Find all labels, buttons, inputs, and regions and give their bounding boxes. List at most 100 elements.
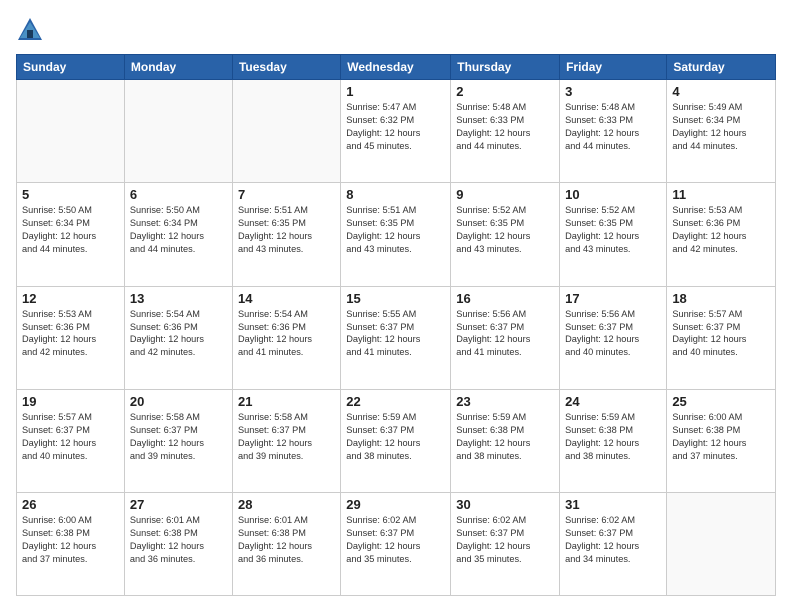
day-cell-22: 22 Sunrise: 5:59 AM Sunset: 6:37 PM Dayli… bbox=[341, 389, 451, 492]
calendar-page: SundayMondayTuesdayWednesdayThursdayFrid… bbox=[0, 0, 792, 612]
day-cell-13: 13 Sunrise: 5:54 AM Sunset: 6:36 PM Dayli… bbox=[124, 286, 232, 389]
day-cell-9: 9 Sunrise: 5:52 AM Sunset: 6:35 PM Daylig… bbox=[451, 183, 560, 286]
day-number: 19 bbox=[22, 394, 119, 409]
day-info: Sunrise: 5:48 AM Sunset: 6:33 PM Dayligh… bbox=[456, 101, 554, 153]
day-number: 10 bbox=[565, 187, 661, 202]
day-number: 11 bbox=[672, 187, 770, 202]
day-header-sunday: Sunday bbox=[17, 55, 125, 80]
day-cell-3: 3 Sunrise: 5:48 AM Sunset: 6:33 PM Daylig… bbox=[560, 80, 667, 183]
day-header-thursday: Thursday bbox=[451, 55, 560, 80]
day-cell-4: 4 Sunrise: 5:49 AM Sunset: 6:34 PM Daylig… bbox=[667, 80, 776, 183]
day-cell-6: 6 Sunrise: 5:50 AM Sunset: 6:34 PM Daylig… bbox=[124, 183, 232, 286]
week-row-4: 19 Sunrise: 5:57 AM Sunset: 6:37 PM Dayli… bbox=[17, 389, 776, 492]
week-row-5: 26Sunrise: 6:00 AM Sunset: 6:38 PM Dayli… bbox=[17, 493, 776, 596]
day-cell-15: 15 Sunrise: 5:55 AM Sunset: 6:37 PM Dayli… bbox=[341, 286, 451, 389]
header-row: SundayMondayTuesdayWednesdayThursdayFrid… bbox=[17, 55, 776, 80]
day-number: 13 bbox=[130, 291, 227, 306]
day-number: 27 bbox=[130, 497, 227, 512]
day-number: 23 bbox=[456, 394, 554, 409]
day-cell-17: 17 Sunrise: 5:56 AM Sunset: 6:37 PM Dayli… bbox=[560, 286, 667, 389]
week-row-1: 1 Sunrise: 5:47 AM Sunset: 6:32 PM Daylig… bbox=[17, 80, 776, 183]
day-header-friday: Friday bbox=[560, 55, 667, 80]
day-info: Sunrise: 5:49 AM Sunset: 6:34 PM Dayligh… bbox=[672, 101, 770, 153]
day-info: Sunrise: 5:52 AM Sunset: 6:35 PM Dayligh… bbox=[456, 204, 554, 256]
day-number: 30 bbox=[456, 497, 554, 512]
day-info: Sunrise: 6:02 AM Sunset: 6:37 PM Dayligh… bbox=[565, 514, 661, 566]
day-number: 16 bbox=[456, 291, 554, 306]
day-cell-21: 21Sunrise: 5:58 AM Sunset: 6:37 PM Dayli… bbox=[232, 389, 340, 492]
day-cell-27: 27 Sunrise: 6:01 AM Sunset: 6:38 PM Dayli… bbox=[124, 493, 232, 596]
day-number: 22 bbox=[346, 394, 445, 409]
logo-icon bbox=[16, 16, 44, 44]
day-info: Sunrise: 5:58 AM Sunset: 6:37 PM Dayligh… bbox=[130, 411, 227, 463]
day-number: 12 bbox=[22, 291, 119, 306]
day-number: 20 bbox=[130, 394, 227, 409]
day-cell-25: 25Sunrise: 6:00 AM Sunset: 6:38 PM Dayli… bbox=[667, 389, 776, 492]
day-info: Sunrise: 5:51 AM Sunset: 6:35 PM Dayligh… bbox=[346, 204, 445, 256]
week-row-3: 12 Sunrise: 5:53 AM Sunset: 6:36 PM Dayli… bbox=[17, 286, 776, 389]
day-cell-16: 16 Sunrise: 5:56 AM Sunset: 6:37 PM Dayli… bbox=[451, 286, 560, 389]
day-cell-2: 2 Sunrise: 5:48 AM Sunset: 6:33 PM Daylig… bbox=[451, 80, 560, 183]
day-cell-8: 8 Sunrise: 5:51 AM Sunset: 6:35 PM Daylig… bbox=[341, 183, 451, 286]
day-cell-29: 29Sunrise: 6:02 AM Sunset: 6:37 PM Dayli… bbox=[341, 493, 451, 596]
logo bbox=[16, 16, 48, 44]
day-cell-31: 31 Sunrise: 6:02 AM Sunset: 6:37 PM Dayli… bbox=[560, 493, 667, 596]
day-info: Sunrise: 5:53 AM Sunset: 6:36 PM Dayligh… bbox=[22, 308, 119, 360]
day-number: 8 bbox=[346, 187, 445, 202]
day-info: Sunrise: 6:01 AM Sunset: 6:38 PM Dayligh… bbox=[130, 514, 227, 566]
day-info: Sunrise: 5:56 AM Sunset: 6:37 PM Dayligh… bbox=[565, 308, 661, 360]
day-number: 7 bbox=[238, 187, 335, 202]
day-cell-12: 12 Sunrise: 5:53 AM Sunset: 6:36 PM Dayli… bbox=[17, 286, 125, 389]
day-info: Sunrise: 5:47 AM Sunset: 6:32 PM Dayligh… bbox=[346, 101, 445, 153]
day-number: 14 bbox=[238, 291, 335, 306]
day-info: Sunrise: 5:54 AM Sunset: 6:36 PM Dayligh… bbox=[238, 308, 335, 360]
day-number: 17 bbox=[565, 291, 661, 306]
day-info: Sunrise: 5:55 AM Sunset: 6:37 PM Dayligh… bbox=[346, 308, 445, 360]
day-number: 1 bbox=[346, 84, 445, 99]
day-cell-20: 20 Sunrise: 5:58 AM Sunset: 6:37 PM Dayli… bbox=[124, 389, 232, 492]
day-cell-18: 18Sunrise: 5:57 AM Sunset: 6:37 PM Dayli… bbox=[667, 286, 776, 389]
day-info: Sunrise: 5:58 AM Sunset: 6:37 PM Dayligh… bbox=[238, 411, 335, 463]
day-cell-26: 26Sunrise: 6:00 AM Sunset: 6:38 PM Dayli… bbox=[17, 493, 125, 596]
day-number: 28 bbox=[238, 497, 335, 512]
day-header-saturday: Saturday bbox=[667, 55, 776, 80]
day-number: 6 bbox=[130, 187, 227, 202]
header bbox=[16, 16, 776, 44]
day-number: 25 bbox=[672, 394, 770, 409]
day-number: 3 bbox=[565, 84, 661, 99]
day-cell-24: 24Sunrise: 5:59 AM Sunset: 6:38 PM Dayli… bbox=[560, 389, 667, 492]
day-number: 9 bbox=[456, 187, 554, 202]
day-cell-30: 30 Sunrise: 6:02 AM Sunset: 6:37 PM Dayli… bbox=[451, 493, 560, 596]
day-cell-11: 11Sunrise: 5:53 AM Sunset: 6:36 PM Dayli… bbox=[667, 183, 776, 286]
day-info: Sunrise: 5:48 AM Sunset: 6:33 PM Dayligh… bbox=[565, 101, 661, 153]
day-info: Sunrise: 5:57 AM Sunset: 6:37 PM Dayligh… bbox=[22, 411, 119, 463]
day-cell-14: 14 Sunrise: 5:54 AM Sunset: 6:36 PM Dayli… bbox=[232, 286, 340, 389]
day-info: Sunrise: 5:59 AM Sunset: 6:37 PM Dayligh… bbox=[346, 411, 445, 463]
day-info: Sunrise: 6:02 AM Sunset: 6:37 PM Dayligh… bbox=[456, 514, 554, 566]
day-cell-19: 19 Sunrise: 5:57 AM Sunset: 6:37 PM Dayli… bbox=[17, 389, 125, 492]
day-info: Sunrise: 5:52 AM Sunset: 6:35 PM Dayligh… bbox=[565, 204, 661, 256]
day-info: Sunrise: 5:54 AM Sunset: 6:36 PM Dayligh… bbox=[130, 308, 227, 360]
day-header-tuesday: Tuesday bbox=[232, 55, 340, 80]
week-row-2: 5 Sunrise: 5:50 AM Sunset: 6:34 PM Daylig… bbox=[17, 183, 776, 286]
day-info: Sunrise: 5:56 AM Sunset: 6:37 PM Dayligh… bbox=[456, 308, 554, 360]
day-cell-empty-1 bbox=[124, 80, 232, 183]
day-info: Sunrise: 6:01 AM Sunset: 6:38 PM Dayligh… bbox=[238, 514, 335, 566]
day-cell-5: 5Sunrise: 5:50 AM Sunset: 6:34 PM Daylig… bbox=[17, 183, 125, 286]
day-info: Sunrise: 6:00 AM Sunset: 6:38 PM Dayligh… bbox=[22, 514, 119, 566]
day-number: 31 bbox=[565, 497, 661, 512]
day-number: 2 bbox=[456, 84, 554, 99]
day-number: 15 bbox=[346, 291, 445, 306]
day-cell-1: 1 Sunrise: 5:47 AM Sunset: 6:32 PM Daylig… bbox=[341, 80, 451, 183]
day-cell-10: 10 Sunrise: 5:52 AM Sunset: 6:35 PM Dayli… bbox=[560, 183, 667, 286]
day-number: 5 bbox=[22, 187, 119, 202]
day-cell-empty-0 bbox=[17, 80, 125, 183]
day-info: Sunrise: 5:50 AM Sunset: 6:34 PM Dayligh… bbox=[130, 204, 227, 256]
day-number: 4 bbox=[672, 84, 770, 99]
day-info: Sunrise: 5:57 AM Sunset: 6:37 PM Dayligh… bbox=[672, 308, 770, 360]
day-cell-23: 23Sunrise: 5:59 AM Sunset: 6:38 PM Dayli… bbox=[451, 389, 560, 492]
day-cell-28: 28 Sunrise: 6:01 AM Sunset: 6:38 PM Dayli… bbox=[232, 493, 340, 596]
day-number: 29 bbox=[346, 497, 445, 512]
day-header-wednesday: Wednesday bbox=[341, 55, 451, 80]
day-info: Sunrise: 5:51 AM Sunset: 6:35 PM Dayligh… bbox=[238, 204, 335, 256]
